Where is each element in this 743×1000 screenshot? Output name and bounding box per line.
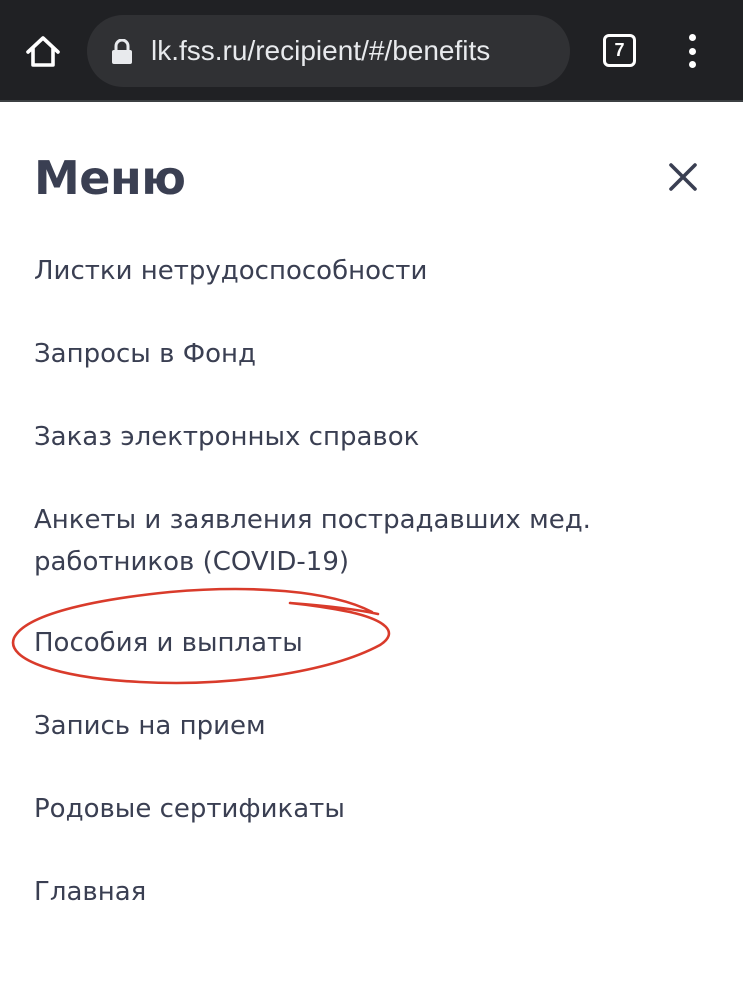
tabs-button[interactable]: 7 (603, 34, 636, 67)
menu-item-label-line1: Анкеты и заявления пострадавших мед. (34, 505, 591, 535)
url-text[interactable]: lk.fss.ru/recipient/#/benefits (151, 33, 490, 69)
menu-item-appointment[interactable]: Запись на прием (34, 705, 266, 747)
page-title: Меню (34, 151, 186, 205)
menu-item-certificates-order[interactable]: Заказ электронных справок (34, 416, 419, 458)
menu-item-fund-requests[interactable]: Запросы в Фонд (34, 333, 256, 375)
menu-item-label-line2: работников (COVID-19) (34, 547, 350, 577)
menu-item-home[interactable]: Главная (34, 871, 146, 913)
address-bar[interactable]: lk.fss.ru/recipient/#/benefits (87, 15, 570, 87)
lock-icon (112, 39, 132, 64)
menu-item-benefits[interactable]: Пособия и выплаты (34, 622, 303, 664)
home-button[interactable] (22, 30, 64, 72)
home-icon (26, 36, 60, 67)
browser-toolbar: lk.fss.ru/recipient/#/benefits 7 (0, 0, 743, 102)
close-button[interactable] (664, 158, 702, 196)
close-icon (669, 163, 697, 191)
menu-item-covid-forms[interactable]: Анкеты и заявления пострадавших мед. раб… (34, 499, 591, 583)
menu-item-birth-certificates[interactable]: Родовые сертификаты (34, 788, 345, 830)
more-vert-icon[interactable] (682, 34, 702, 68)
tab-count: 7 (614, 40, 625, 60)
menu-item-sick-leave[interactable]: Листки нетрудоспособности (34, 250, 427, 292)
